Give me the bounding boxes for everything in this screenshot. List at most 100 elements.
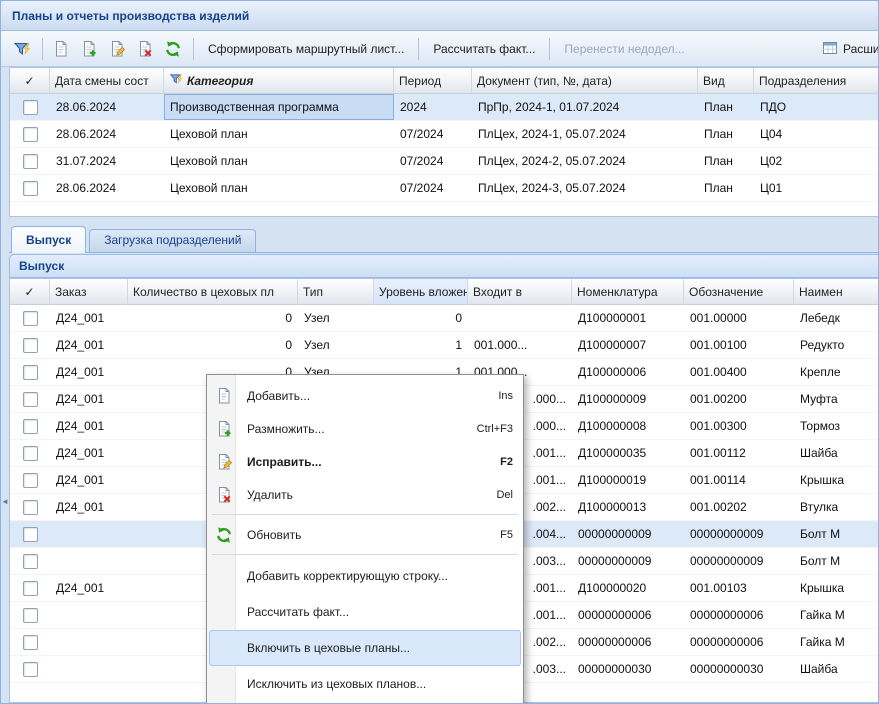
cell-name: Гайка М <box>794 629 878 655</box>
row-checkbox[interactable] <box>23 127 38 142</box>
cell-date: 31.07.2024 <box>50 148 164 174</box>
cell-period: 07/2024 <box>394 175 472 201</box>
column-header-type[interactable]: Тип <box>298 279 374 305</box>
cell-date: 28.06.2024 <box>50 175 164 201</box>
calc-fact-button[interactable]: Рассчитать факт... <box>424 36 544 62</box>
filter-applied-icon <box>169 72 183 89</box>
row-checkbox[interactable] <box>23 635 38 650</box>
window-titlebar[interactable]: Планы и отчеты производства изделий <box>1 1 878 31</box>
row-checkbox[interactable] <box>23 311 38 326</box>
column-header-check[interactable]: ✓ <box>10 68 50 94</box>
menu-item[interactable]: Рассчитать факт... <box>209 594 521 630</box>
row-checkbox[interactable] <box>23 181 38 196</box>
row-checkbox[interactable] <box>23 365 38 380</box>
cell-name: Шайба <box>794 656 878 682</box>
column-header-category[interactable]: Категория <box>164 68 394 94</box>
cell-date: 28.06.2024 <box>50 94 164 120</box>
row-checkbox[interactable] <box>23 154 38 169</box>
column-header-order[interactable]: Заказ <box>50 279 128 305</box>
table-row[interactable]: Д24_0010Узел0Д100000001001.00000Лебедк <box>10 305 878 332</box>
column-header-division[interactable]: Подразделения <box>754 68 878 94</box>
menu-item[interactable]: Исправить...F2 <box>209 445 521 478</box>
menu-item-label: Добавить корректирующую строку... <box>235 569 513 583</box>
column-header-nomenclature[interactable]: Номенклатура <box>572 279 684 305</box>
cell-order <box>50 629 128 655</box>
cell-check <box>10 656 50 682</box>
refresh-button[interactable] <box>160 36 186 62</box>
tab-zagruzka-podrazdelenii[interactable]: Загрузка подразделений <box>89 229 256 252</box>
column-header-document[interactable]: Документ (тип, №, дата) <box>472 68 698 94</box>
row-checkbox[interactable] <box>23 100 38 115</box>
refresh-icon <box>213 526 235 544</box>
column-header-period[interactable]: Период <box>394 68 472 94</box>
table-row[interactable]: 31.07.2024Цеховой план07/2024ПлЦех, 2024… <box>10 148 878 175</box>
row-checkbox[interactable] <box>23 446 38 461</box>
menu-item[interactable]: Добавить корректирующую строку... <box>209 558 521 594</box>
column-header-level[interactable]: Уровень вложен <box>374 279 468 305</box>
vypusk-panel-header[interactable]: Выпуск <box>9 254 878 278</box>
add-button[interactable] <box>48 36 74 62</box>
tab-vypusk[interactable]: Выпуск <box>11 226 86 253</box>
menu-item[interactable]: Включить в цеховые планы... <box>209 630 521 666</box>
cell-nomenclature: Д100000013 <box>572 494 684 520</box>
duplicate-button[interactable] <box>76 36 102 62</box>
row-checkbox[interactable] <box>23 554 38 569</box>
menu-item-label: Обновить <box>235 528 488 542</box>
toolbar-separator <box>193 38 194 60</box>
column-header-date[interactable]: Дата смены сост <box>50 68 164 94</box>
cell-document: ПрПр, 2024-1, 01.07.2024 <box>472 94 698 120</box>
row-checkbox[interactable] <box>23 581 38 596</box>
cell-category: Цеховой план <box>164 175 394 201</box>
menu-item-label: Исключить из цеховых планов... <box>235 677 513 691</box>
cell-order <box>50 521 128 547</box>
cell-order: Д24_001 <box>50 332 128 358</box>
row-checkbox[interactable] <box>23 608 38 623</box>
menu-item[interactable]: ОбновитьF5 <box>209 518 521 551</box>
cell-designation: 001.00100 <box>684 332 794 358</box>
duplicate-icon <box>213 420 235 438</box>
menu-item[interactable]: Размножить...Ctrl+F3 <box>209 412 521 445</box>
cell-order: Д24_001 <box>50 494 128 520</box>
row-checkbox[interactable] <box>23 338 38 353</box>
table-row[interactable]: 28.06.2024Цеховой план07/2024ПлЦех, 2024… <box>10 121 878 148</box>
transfer-unfinished-button[interactable]: Перенести недодел... <box>555 36 693 62</box>
cell-designation: 001.00202 <box>684 494 794 520</box>
table-row[interactable]: Д24_0010Узел1001.000...Д100000007001.001… <box>10 332 878 359</box>
filter-button[interactable] <box>9 36 35 62</box>
column-header-designation[interactable]: Обозначение <box>684 279 794 305</box>
edit-document-icon <box>108 40 126 58</box>
cell-level: 1 <box>374 332 468 358</box>
form-route-sheet-button[interactable]: Сформировать маршрутный лист... <box>199 36 413 62</box>
column-header-name[interactable]: Наимен <box>794 279 878 305</box>
row-checkbox[interactable] <box>23 419 38 434</box>
delete-button[interactable] <box>132 36 158 62</box>
edit-button[interactable] <box>104 36 130 62</box>
cell-check <box>10 175 50 201</box>
menu-shortcut: F2 <box>488 456 513 468</box>
west-collapse-strip[interactable]: ◄ <box>1 67 9 703</box>
advanced-button[interactable]: Расширен <box>813 36 879 62</box>
cell-name: Шайба <box>794 440 878 466</box>
menu-item[interactable]: Добавить...Ins <box>209 379 521 412</box>
table-row[interactable]: 28.06.2024Производственная программа2024… <box>10 94 878 121</box>
cell-kind: План <box>698 94 754 120</box>
cell-nomenclature: Д100000019 <box>572 467 684 493</box>
column-header-check[interactable]: ✓ <box>10 279 50 305</box>
column-header-parent[interactable]: Входит в <box>468 279 572 305</box>
duplicate-document-icon <box>80 40 98 58</box>
cell-qty: 0 <box>128 332 298 358</box>
row-checkbox[interactable] <box>23 662 38 677</box>
menu-item[interactable]: Исключить из цеховых планов... <box>209 666 521 702</box>
row-checkbox[interactable] <box>23 392 38 407</box>
cell-designation: 001.00000 <box>684 305 794 331</box>
cell-order <box>50 656 128 682</box>
cell-name: Крышка <box>794 575 878 601</box>
menu-item[interactable]: УдалитьDel <box>209 478 521 511</box>
row-checkbox[interactable] <box>23 527 38 542</box>
table-row[interactable]: 28.06.2024Цеховой план07/2024ПлЦех, 2024… <box>10 175 878 202</box>
column-header-kind[interactable]: Вид <box>698 68 754 94</box>
row-checkbox[interactable] <box>23 473 38 488</box>
column-header-qty[interactable]: Количество в цеховых пл <box>128 279 298 305</box>
row-checkbox[interactable] <box>23 500 38 515</box>
cell-division: Ц02 <box>754 148 878 174</box>
